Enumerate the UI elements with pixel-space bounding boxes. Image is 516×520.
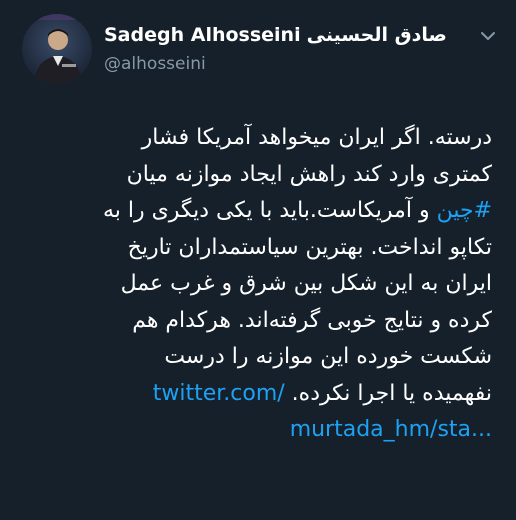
avatar[interactable] <box>22 14 92 84</box>
tweet-text: درسته. اگر ایران میخواهد آمریکا فشار کمت… <box>22 120 492 449</box>
tweet-line: ایران به این شکل بین شرق و غرب عمل <box>120 271 492 296</box>
display-name-persian[interactable]: صادق الحسینی <box>307 24 447 46</box>
tweet-line-text: نفهمیده یا اجرا نکرده. <box>291 380 492 406</box>
tweet-line: نفهمیده یا اجرا نکرده. twitter.com/ <box>22 376 492 413</box>
chevron-down-icon[interactable] <box>478 26 498 46</box>
tweet-line: شکست خورده این موازنه را درست <box>164 344 492 369</box>
tweet-line-text: و آمریکاست.باید با یکی دیگری را به <box>102 198 437 223</box>
url-link-continued[interactable]: murtada_hm/sta... <box>290 417 492 442</box>
tweet-line: کرده و نتایج خوبی گرفته‌اند. هرکدام هم <box>132 307 492 333</box>
tweet-line: #چین و آمریکاست.باید با یکی دیگری را به <box>22 193 492 230</box>
tweet-line: کمتری وارد کند راهش ایجاد موازنه میان <box>126 161 492 187</box>
tweet-card[interactable]: Sadegh Alhosseini صادق الحسینی @alhossei… <box>0 0 516 520</box>
tweet-line: murtada_hm/sta... <box>22 412 492 449</box>
url-link[interactable]: twitter.com/ <box>153 381 285 406</box>
author-handle[interactable]: @alhosseini <box>104 54 206 74</box>
display-name[interactable]: Sadegh Alhosseini <box>104 24 301 46</box>
tweet-line: درسته. اگر ایران میخواهد آمریکا فشار <box>141 125 492 150</box>
author-name-row[interactable]: Sadegh Alhosseini صادق الحسینی <box>104 24 447 46</box>
hashtag-link[interactable]: #چین <box>437 198 492 223</box>
tweet-line: تکاپو انداخت. بهترین سیاستمداران تاریخ <box>127 234 492 260</box>
avatar-image <box>22 14 92 84</box>
